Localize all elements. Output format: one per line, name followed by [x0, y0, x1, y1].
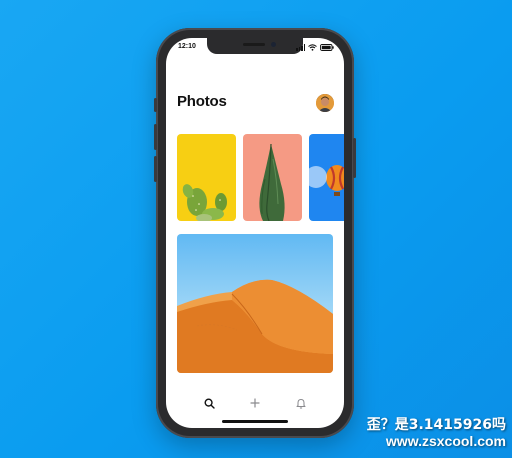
profile-avatar-icon — [316, 94, 334, 112]
featured-photo-dune[interactable] — [177, 234, 333, 373]
power-button — [353, 138, 356, 178]
status-bar: 12:10 — [166, 38, 344, 58]
thumbnail-cactus[interactable] — [177, 134, 236, 221]
signal-icon — [296, 44, 305, 51]
watermark-line-2: www.zsxcool.com — [385, 433, 506, 449]
watermark-line-1: 歪？是3.1415926吗 — [366, 417, 506, 433]
hot-air-balloon-image — [309, 165, 344, 196]
phone-frame: 12:10 Photos — [154, 28, 356, 438]
thumbnail-balloon[interactable] — [309, 134, 344, 221]
avatar[interactable] — [316, 94, 334, 112]
front-camera — [271, 42, 276, 47]
page-title: Photos — [177, 93, 227, 110]
watermark: 歪？是3.1415926吗 www.zsxcool.com — [367, 417, 506, 449]
search-icon[interactable] — [202, 396, 216, 410]
home-indicator[interactable] — [222, 420, 288, 423]
speaker — [243, 43, 265, 46]
side-button — [154, 98, 157, 112]
thumbnail-tree[interactable] — [243, 134, 302, 221]
wifi-icon — [308, 44, 317, 51]
status-time: 12:10 — [178, 43, 196, 50]
cactus-image — [182, 184, 227, 221]
battery-icon — [320, 44, 334, 51]
status-icons — [296, 43, 334, 51]
phone-screen: 12:10 Photos — [166, 38, 344, 428]
tree-image — [259, 143, 285, 221]
bell-icon[interactable] — [294, 396, 308, 410]
volume-up-button — [154, 124, 157, 150]
desert-dune-image — [177, 279, 333, 373]
notch — [207, 38, 303, 54]
tab-bar — [166, 393, 344, 415]
plus-icon[interactable] — [248, 396, 262, 410]
volume-down-button — [154, 156, 157, 182]
